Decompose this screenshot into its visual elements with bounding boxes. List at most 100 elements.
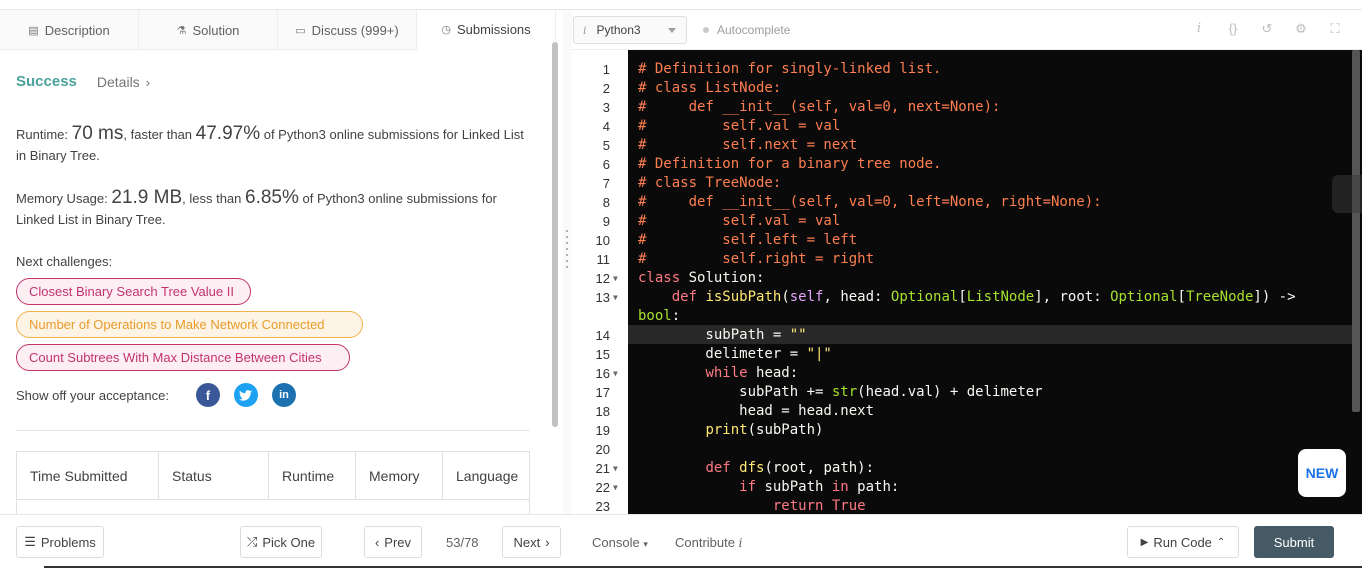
code-text: # self.val = val: [638, 118, 841, 134]
column-header[interactable]: Status: [159, 452, 269, 499]
code-text: # self.right = right: [638, 251, 875, 267]
settings-icon[interactable]: ⚙: [1292, 21, 1310, 37]
fold-arrow-icon[interactable]: ▼: [613, 288, 623, 307]
code-text: # def __init__(self, val=0, left=None, r…: [638, 194, 1102, 210]
info-icon[interactable]: i: [1190, 21, 1208, 37]
fold-arrow-icon[interactable]: ▼: [613, 478, 623, 497]
code-text: if subPath in path:: [739, 479, 900, 495]
facebook-icon[interactable]: f: [195, 383, 220, 407]
tab-discuss[interactable]: ▭ Discuss (999+): [278, 10, 417, 50]
chevron-down-icon: [668, 28, 676, 33]
problems-button[interactable]: ☰ Problems: [16, 526, 104, 558]
tab-description[interactable]: ▤ Description: [0, 10, 139, 50]
runtime-value: 70 ms: [71, 123, 124, 144]
column-header[interactable]: Time Submitted: [17, 452, 159, 499]
code-line[interactable]: 13 ▼ def isSubPath(self, head: Optional[L…: [572, 288, 1362, 307]
code-line[interactable]: 3 # def __init__(self, val=0, next=None):: [572, 98, 1362, 117]
left-scrollbar[interactable]: [552, 42, 558, 427]
problems-label: Problems: [40, 534, 96, 550]
editor-scrollbar[interactable]: [1352, 50, 1360, 412]
chevron-right-icon: ›: [545, 534, 550, 550]
share-label: Show off your acceptance:: [16, 387, 169, 403]
leetcode-page: ▤ Description ⚗ Solution ▭ Discuss (999+…: [0, 0, 1362, 568]
fullscreen-icon[interactable]: ⛶: [1326, 21, 1344, 37]
autocomplete-toggle[interactable]: Autocomplete: [703, 23, 790, 37]
submit-button[interactable]: Submit: [1254, 526, 1334, 558]
code-line[interactable]: 16 ▼ while head:: [572, 364, 1362, 383]
code-line[interactable]: bool:: [572, 307, 1362, 326]
code-line[interactable]: 4 # self.val = val: [572, 117, 1362, 136]
column-header[interactable]: Memory: [356, 452, 443, 499]
tab-solution[interactable]: ⚗ Solution: [139, 10, 278, 50]
code-line[interactable]: 8 # def __init__(self, val=0, left=None, …: [572, 193, 1362, 212]
bottom-bar: ☰ Problems ⤮ Pick One ‹ Prev 53/78 Next …: [0, 514, 1362, 568]
column-header[interactable]: Runtime: [269, 452, 356, 499]
chevron-left-icon: ‹: [374, 534, 380, 550]
code-line[interactable]: 15 delimeter = "|": [572, 345, 1362, 364]
status-text: Success: [16, 73, 77, 90]
new-feature-button[interactable]: NEW: [1298, 449, 1346, 497]
code-editor[interactable]: 1 # Definition for singly-linked list. 2 # …: [572, 50, 1362, 514]
next-challenges-label: Next challenges:: [16, 254, 113, 269]
column-header[interactable]: Language: [443, 452, 529, 499]
play-icon: ▶: [1140, 536, 1149, 548]
fold-arrow-icon[interactable]: ▼: [613, 269, 623, 288]
line-number: 8: [572, 193, 610, 212]
code-line[interactable]: 19 print(subPath): [572, 421, 1362, 440]
line-number: 4: [572, 117, 610, 136]
linkedin-icon[interactable]: in: [271, 383, 296, 407]
code-line[interactable]: 10 # self.left = left: [572, 231, 1362, 250]
fold-arrow-icon[interactable]: ▼: [613, 459, 623, 478]
code-text: def isSubPath(self, head: Optional[ListN…: [671, 289, 1296, 305]
run-code-button[interactable]: ▶ Run Code ⌃: [1127, 526, 1239, 558]
code-line[interactable]: 1 # Definition for singly-linked list.: [572, 60, 1362, 79]
fold-arrow-icon[interactable]: ▼: [613, 364, 623, 383]
challenge-link[interactable]: Count Subtrees With Max Distance Between…: [16, 344, 350, 371]
resize-grip-icon[interactable]: [566, 230, 568, 270]
code-text: # self.left = left: [638, 232, 858, 248]
next-label: Next: [513, 534, 541, 550]
undo-icon[interactable]: ↺: [1258, 21, 1276, 37]
code-line[interactable]: 23 return True: [572, 497, 1362, 514]
line-number: 2: [572, 79, 610, 98]
code-text: head = head.next: [638, 403, 875, 419]
code-line[interactable]: 17 subPath += str(head.val) + delimeter: [572, 383, 1362, 402]
code-line[interactable]: 20: [572, 440, 1362, 459]
braces-icon[interactable]: {}: [1224, 21, 1242, 37]
runtime-label: Runtime:: [16, 127, 72, 142]
code-line[interactable]: 9 # self.val = val: [572, 212, 1362, 231]
code-line[interactable]: 5 # self.next = next: [572, 136, 1362, 155]
code-line[interactable]: 14 subPath = "": [572, 326, 1362, 345]
code-line[interactable]: 22 ▼ if subPath in path:: [572, 478, 1362, 497]
language-select[interactable]: i Python3: [573, 16, 687, 44]
code-line[interactable]: 12 ▼ class Solution:: [572, 269, 1362, 288]
memory-mid: , less than: [182, 191, 246, 206]
tab-label: Description: [44, 22, 110, 38]
console-toggle[interactable]: Console ▾: [592, 535, 648, 550]
code-line[interactable]: 7 # class TreeNode:: [572, 174, 1362, 193]
code-line[interactable]: 18 head = head.next: [572, 402, 1362, 421]
flask-icon: ⚗: [176, 24, 187, 37]
tab-submissions[interactable]: ◷ Submissions: [417, 10, 556, 50]
challenge-link[interactable]: Number of Operations to Make Network Con…: [16, 311, 363, 338]
next-button[interactable]: Next ›: [502, 526, 561, 558]
line-number: 7: [572, 174, 610, 193]
code-line[interactable]: 2 # class ListNode:: [572, 79, 1362, 98]
code-area[interactable]: 1 # Definition for singly-linked list. 2 # …: [572, 60, 1362, 514]
runtime-summary: Runtime: 70 ms, faster than 47.97% of Py…: [16, 123, 536, 166]
pick-one-label: Pick One: [262, 534, 316, 550]
page-indicator: 53/78: [446, 535, 479, 550]
details-link[interactable]: Details ›: [97, 74, 150, 90]
contribute-label: Contribute: [675, 535, 735, 550]
code-line[interactable]: 6 # Definition for a binary tree node.: [572, 155, 1362, 174]
side-panel-tab[interactable]: [1332, 175, 1362, 213]
twitter-icon[interactable]: [233, 383, 258, 407]
divider: [16, 430, 530, 431]
line-number: 19: [572, 421, 610, 440]
contribute-link[interactable]: Contribute i: [675, 535, 742, 550]
prev-button[interactable]: ‹ Prev: [364, 526, 422, 558]
code-line[interactable]: 11 # self.right = right: [572, 250, 1362, 269]
pick-one-button[interactable]: ⤮ Pick One: [240, 526, 322, 558]
challenge-link[interactable]: Closest Binary Search Tree Value II: [16, 278, 251, 305]
code-line[interactable]: 21 ▼ def dfs(root, path):: [572, 459, 1362, 478]
